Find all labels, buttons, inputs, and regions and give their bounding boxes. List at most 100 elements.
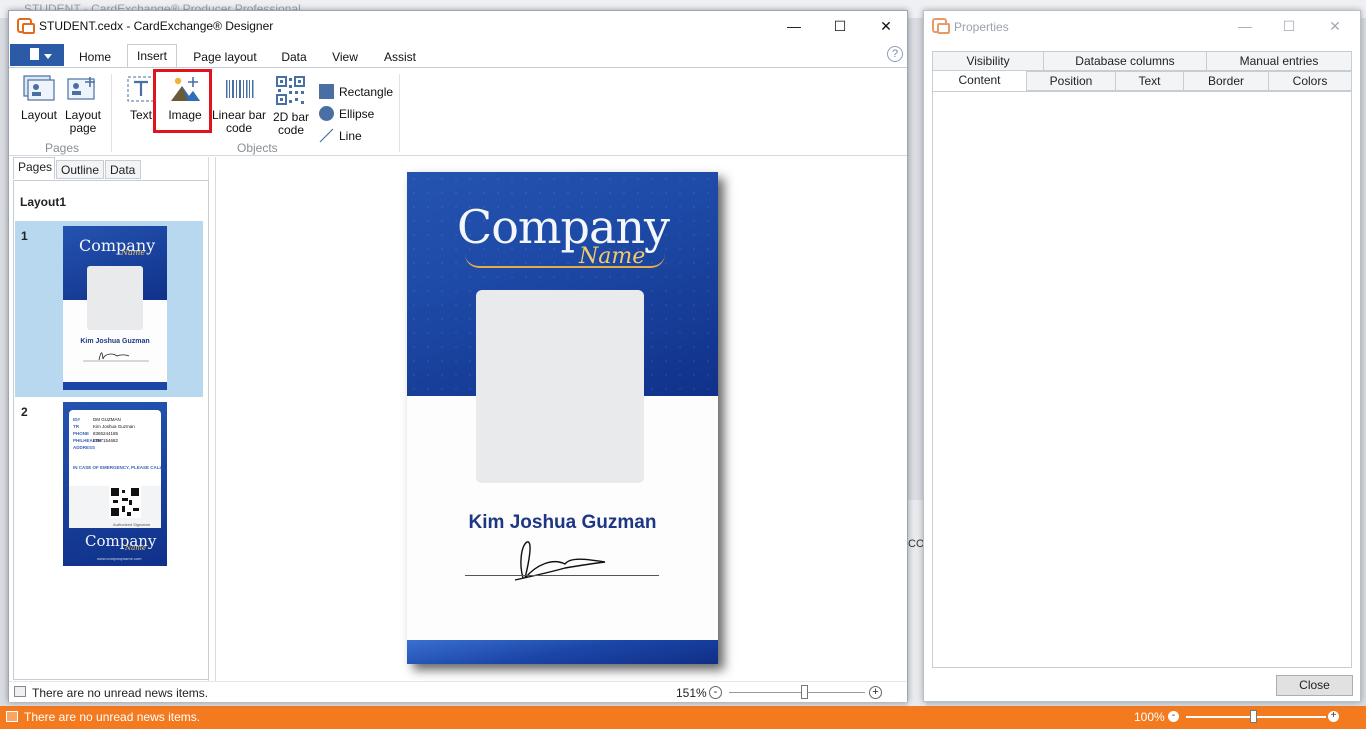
thumb-back-line-3: 8365244185 <box>93 431 119 436</box>
thumb-qr-icon <box>109 486 141 518</box>
ribbon-insert: Layout Layout page Pages Text Image Line… <box>9 67 907 156</box>
background-zoom-in-icon[interactable]: + <box>1328 711 1339 722</box>
thumb-signature <box>83 352 149 362</box>
tab-outline[interactable]: Outline <box>56 160 104 179</box>
zoom-out-icon[interactable]: - <box>709 686 722 699</box>
designer-statusbar: There are no unread news items. 151% - + <box>9 681 907 702</box>
ribbon-separator <box>399 74 400 152</box>
thumb-name: Kim Joshua Guzman <box>80 338 150 345</box>
card-holder-name[interactable]: Kim Joshua Guzman <box>407 512 718 534</box>
properties-titlebar: Properties — ☐ ✕ <box>924 11 1360 42</box>
layout-title: Layout1 <box>20 195 67 209</box>
news-icon[interactable] <box>14 686 26 697</box>
tab-home[interactable]: Home <box>71 46 119 67</box>
signature-line <box>465 575 659 576</box>
tab-view[interactable]: View <box>323 46 367 67</box>
thumb-label-phone: PHONE <box>73 431 90 436</box>
tab-text[interactable]: Text <box>1115 71 1184 91</box>
background-news-text: There are no unread news items. <box>24 710 201 724</box>
news-icon[interactable] <box>6 711 18 722</box>
page-thumbnail-1[interactable]: 1 Company Name Kim Joshua Guzman <box>15 221 203 397</box>
thumb-back-line-1: DM GUZMAN <box>93 417 121 422</box>
background-statusbar: There are no unread news items. 100% - + <box>0 706 1366 729</box>
tab-pages[interactable]: Pages <box>13 157 55 179</box>
tab-database-columns[interactable]: Database columns <box>1043 51 1207 71</box>
design-canvas[interactable]: Company Name Kim Joshua Guzman <box>215 157 907 681</box>
file-menu-button[interactable] <box>10 44 64 66</box>
tab-data-panel[interactable]: Data <box>105 160 141 179</box>
thumb-company-sub-back: Name <box>125 544 147 552</box>
thumb-back-line-2: Kim Joshua Guzman <box>93 424 135 429</box>
zoom-slider[interactable] <box>729 692 865 693</box>
help-icon[interactable]: ? <box>887 46 903 62</box>
qr-code-icon <box>276 76 305 105</box>
objects-group-label: Objects <box>237 141 278 155</box>
background-zoom-thumb[interactable] <box>1250 710 1257 723</box>
line-button[interactable]: Line <box>319 127 379 145</box>
tab-border[interactable]: Border <box>1183 71 1269 91</box>
close-window-button[interactable]: ✕ <box>863 11 909 41</box>
designer-titlebar: STUDENT.cedx - CardExchange® Designer — … <box>9 11 907 42</box>
tab-colors[interactable]: Colors <box>1268 71 1352 91</box>
id-card[interactable]: Company Name Kim Joshua Guzman <box>407 172 718 664</box>
linear-barcode-icon <box>226 80 254 98</box>
signature-image[interactable] <box>503 534 613 584</box>
tab-visibility[interactable]: Visibility <box>932 51 1044 71</box>
pages-list: Layout1 1 Company Name Kim Joshua Guzman <box>13 180 209 680</box>
tab-data[interactable]: Data <box>273 46 315 67</box>
layout-label: Layout <box>20 108 58 122</box>
rectangle-icon <box>319 84 334 99</box>
tab-insert[interactable]: Insert <box>127 44 177 67</box>
ribbon-separator <box>111 74 112 152</box>
maximize-button[interactable]: ☐ <box>817 11 863 41</box>
pages-group-label: Pages <box>45 141 80 155</box>
layout-page-label-2: page <box>69 121 97 135</box>
tab-page-layout[interactable]: Page layout <box>185 46 265 67</box>
zoom-in-icon[interactable]: + <box>869 686 882 699</box>
thumb-company-sub: Name <box>121 248 146 257</box>
pages-panel: Pages Outline Data Layout1 1 Company Nam… <box>9 157 209 681</box>
minimize-button[interactable]: — <box>771 11 817 41</box>
rectangle-label: Rectangle <box>339 85 394 99</box>
layout-page-icon <box>67 77 95 100</box>
thumb-label-philhealth: PHILHEALTH <box>73 438 102 443</box>
thumb-label-id: ID# <box>73 417 81 422</box>
qr-barcode-label-2: code <box>277 123 305 137</box>
background-zoom-out-icon[interactable]: - <box>1168 711 1179 722</box>
page-thumbnail-2[interactable]: 2 ID# TR PHONE PHILHEALTH ADDRESS DM GUZ… <box>15 397 203 573</box>
thumb-label-tr: TR <box>73 424 79 429</box>
ellipse-button[interactable]: Ellipse <box>319 105 389 123</box>
layout-page-button[interactable]: Layout page <box>61 74 105 135</box>
thumb-back-line-4: 8367154682 <box>93 438 119 443</box>
tab-manual-entries[interactable]: Manual entries <box>1206 51 1352 71</box>
tab-content[interactable]: Content <box>932 70 1027 92</box>
designer-window: STUDENT.cedx - CardExchange® Designer — … <box>8 10 908 702</box>
image-highlight-box <box>153 69 212 133</box>
properties-content-area <box>932 91 1352 668</box>
company-logo-subtext[interactable]: Name <box>579 244 645 269</box>
rectangle-button[interactable]: Rectangle <box>319 83 401 101</box>
properties-close-window-button[interactable]: ✕ <box>1312 11 1358 41</box>
thumb-label-address: ADDRESS <box>73 445 96 450</box>
linear-barcode-label-2: code <box>225 121 253 135</box>
properties-maximize-button[interactable]: ☐ <box>1266 11 1312 41</box>
ellipse-label: Ellipse <box>339 107 375 121</box>
cardexchange-app-icon <box>17 18 35 34</box>
properties-minimize-button[interactable]: — <box>1222 11 1268 41</box>
thumb-website: www.companyname.com <box>97 556 142 561</box>
photo-placeholder[interactable] <box>476 290 644 483</box>
properties-close-button[interactable]: Close <box>1276 675 1353 696</box>
layout-button[interactable]: Layout <box>17 74 61 122</box>
qr-barcode-button[interactable]: 2D bar code <box>269 74 313 137</box>
zoom-slider-thumb[interactable] <box>801 685 808 699</box>
tab-position[interactable]: Position <box>1026 71 1116 91</box>
ellipse-icon <box>319 106 334 121</box>
page-1-preview: Company Name Kim Joshua Guzman <box>63 226 167 390</box>
cardexchange-app-icon <box>932 18 950 34</box>
tab-assist[interactable]: Assist <box>375 46 425 67</box>
thumb-emergency: IN CASE OF EMERGENCY, PLEASE CALL <box>73 465 163 470</box>
page-2-preview: ID# TR PHONE PHILHEALTH ADDRESS DM GUZMA… <box>63 402 167 566</box>
card-footer-band <box>407 640 718 664</box>
background-zoom-text: 100% <box>1134 710 1165 724</box>
linear-barcode-button[interactable]: Linear bar code <box>211 74 267 135</box>
